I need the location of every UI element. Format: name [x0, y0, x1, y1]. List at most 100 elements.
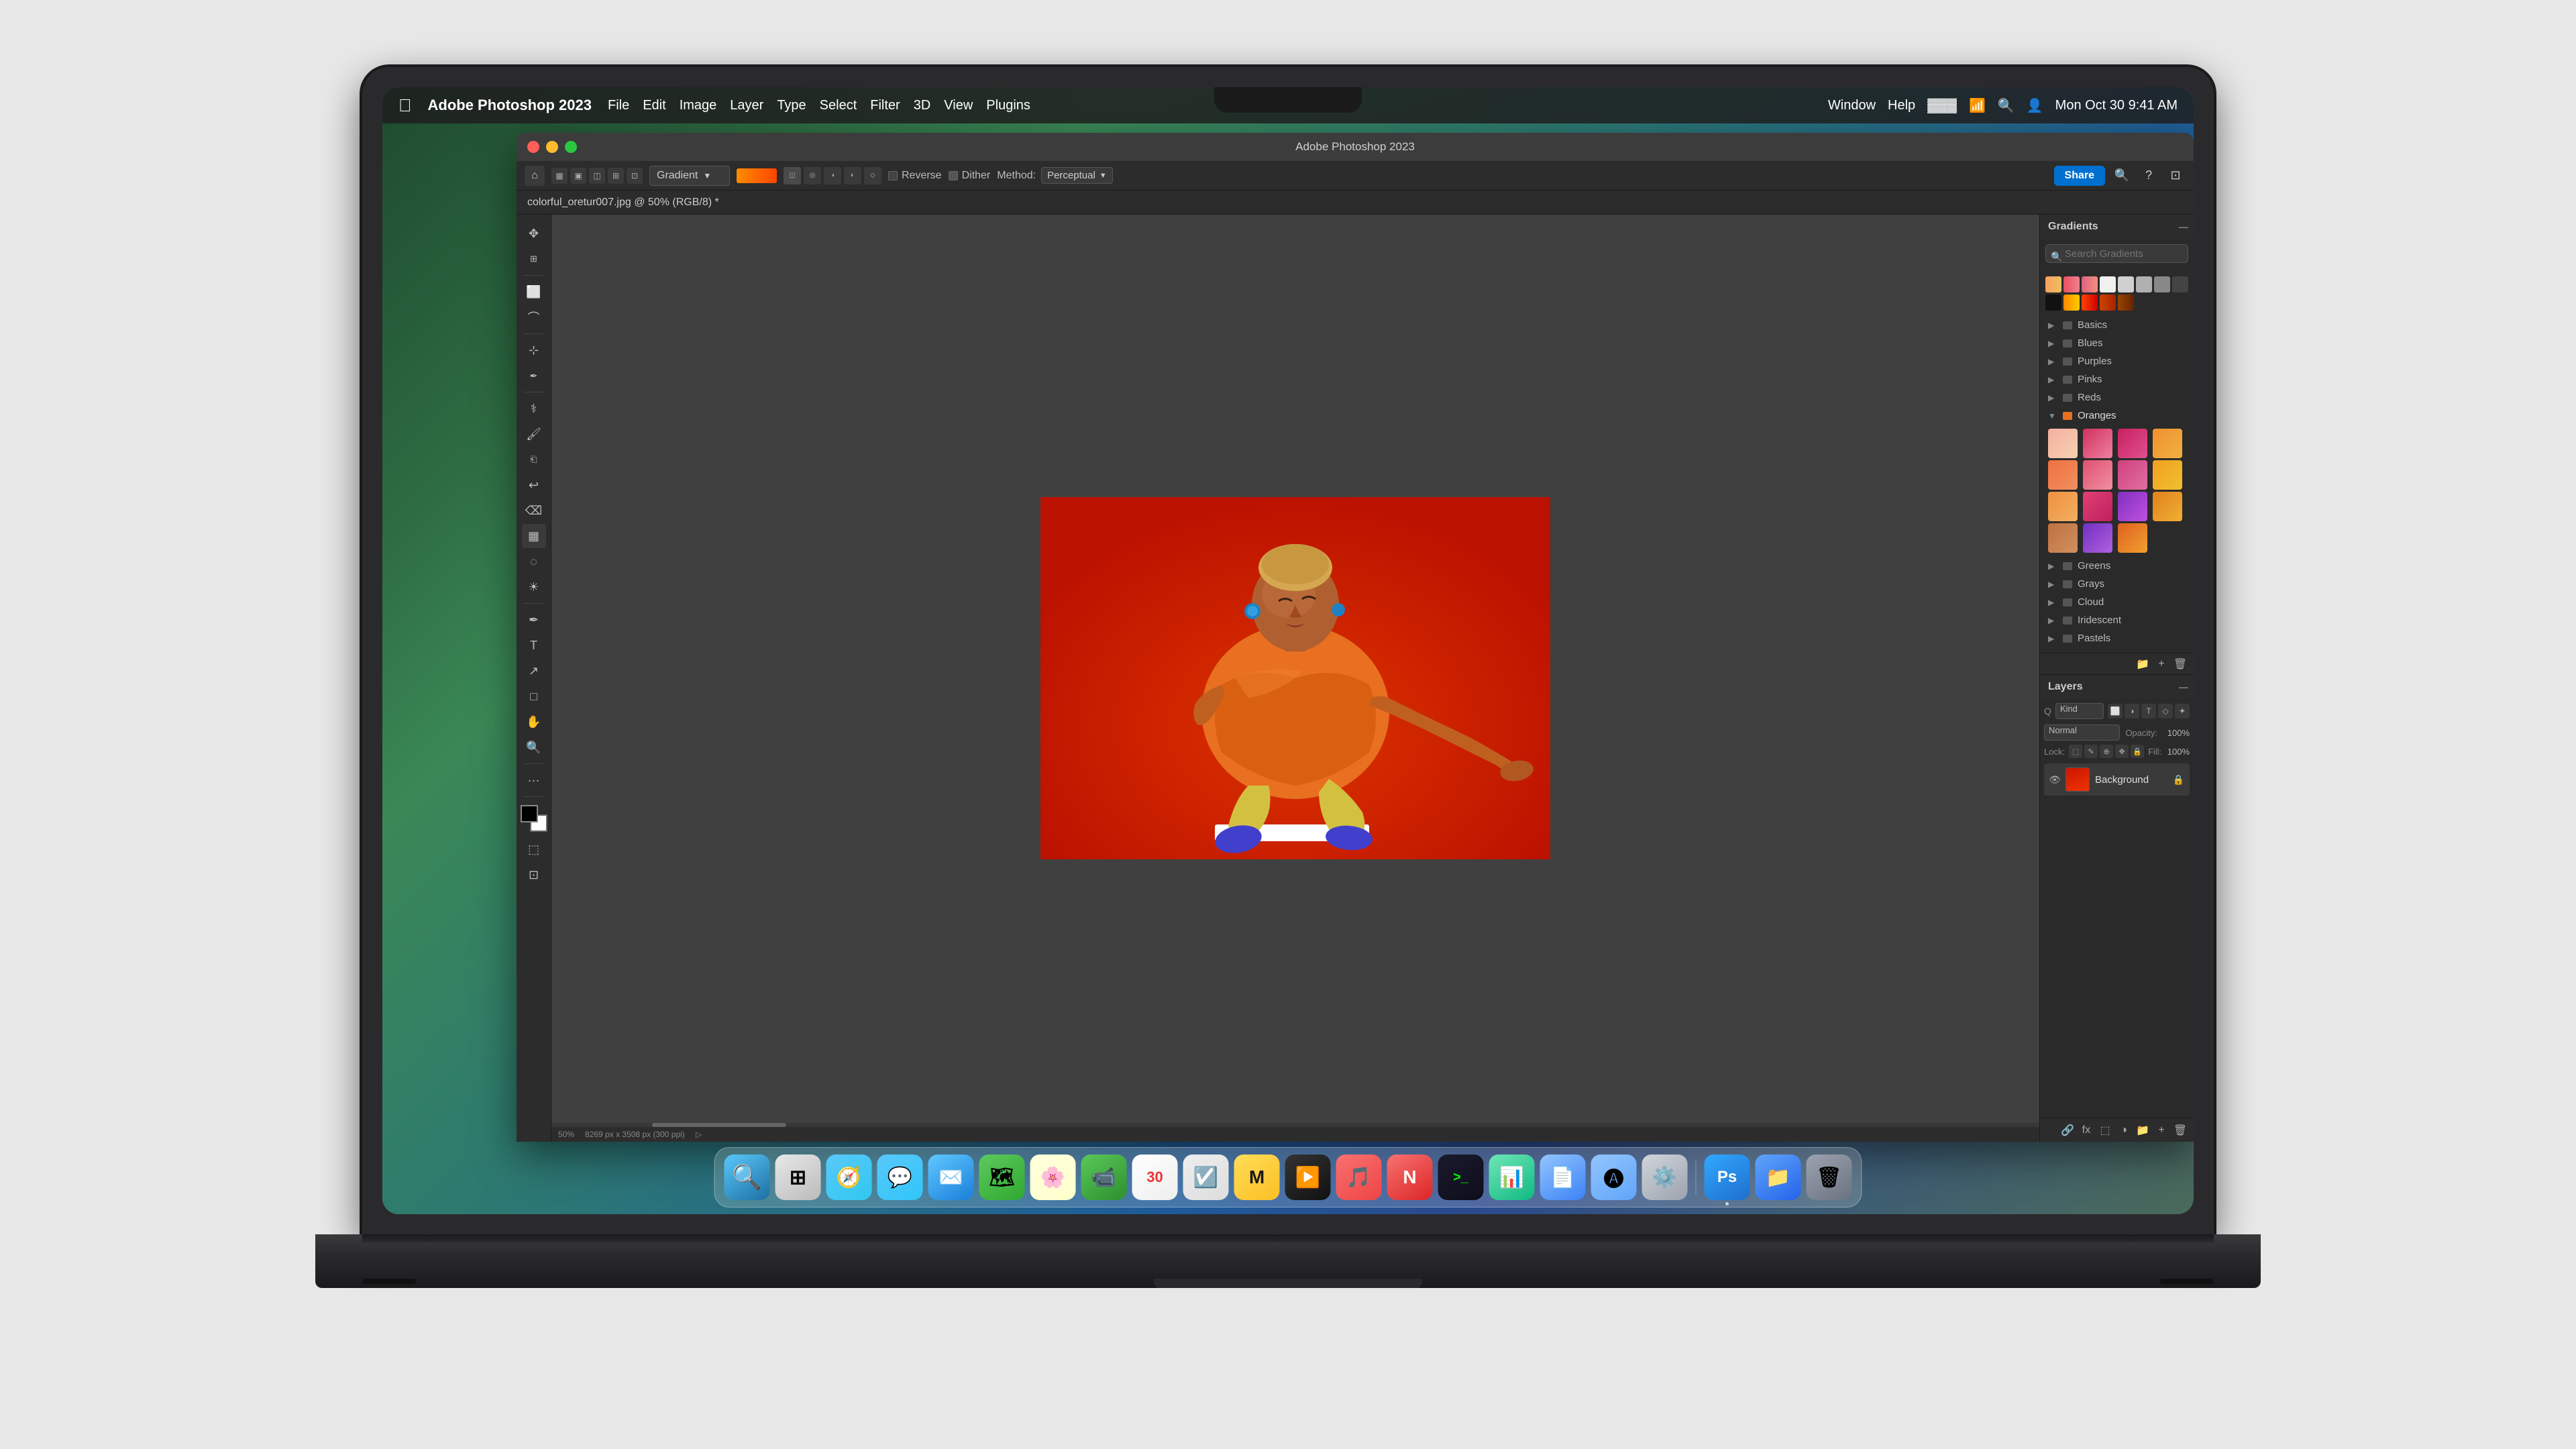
swatch-10[interactable]	[2063, 294, 2080, 311]
brush-tool[interactable]: 🖌	[522, 422, 546, 446]
orange-swatch-5[interactable]	[2048, 460, 2078, 490]
category-oranges[interactable]: ▼ Oranges	[2045, 407, 2188, 425]
gradient-reflected-btn[interactable]: ◐	[844, 167, 861, 184]
new-gradient-button[interactable]: +	[2153, 656, 2169, 672]
view-option-2[interactable]: ▣	[570, 168, 586, 184]
view-option-4[interactable]: ⊞	[608, 168, 624, 184]
screen-mode-button[interactable]: ⊡	[522, 863, 546, 887]
panel-collapse-icon[interactable]: —	[2179, 221, 2188, 232]
filter-adjust-icon[interactable]: ◑	[2125, 704, 2139, 718]
more-tools[interactable]: ···	[522, 768, 546, 792]
orange-swatch-4[interactable]	[2153, 429, 2182, 458]
layers-panel-collapse-icon[interactable]: —	[2179, 682, 2188, 692]
gradient-search-input[interactable]	[2045, 244, 2188, 263]
menu-filter[interactable]: Filter	[870, 98, 900, 113]
ps-home-button[interactable]: ⌂	[525, 166, 545, 186]
new-layer-button[interactable]: +	[2153, 1122, 2169, 1138]
layers-filter-kind[interactable]: Kind	[2055, 703, 2104, 719]
category-basics[interactable]: ▶ Basics	[2045, 316, 2188, 334]
category-purples[interactable]: ▶ Purples	[2045, 352, 2188, 370]
lock-image-icon[interactable]: ✎	[2084, 745, 2098, 758]
close-button[interactable]	[527, 141, 539, 153]
dock-app-folder[interactable]: 📁	[1756, 1155, 1801, 1200]
eraser-tool[interactable]: ⌫	[522, 498, 546, 523]
maximize-button[interactable]	[565, 141, 577, 153]
history-tool[interactable]: ↩	[522, 473, 546, 497]
dock-app-settings[interactable]: ⚙️	[1642, 1155, 1688, 1200]
dock-app-launchpad[interactable]: ⊞	[775, 1155, 821, 1200]
reverse-checkbox[interactable]	[888, 171, 898, 180]
dock-app-miro[interactable]: M	[1234, 1155, 1280, 1200]
swatch-6[interactable]	[2136, 276, 2152, 292]
swatch-3[interactable]	[2082, 276, 2098, 292]
dock-app-facetime[interactable]: 📹	[1081, 1155, 1127, 1200]
orange-swatch-3[interactable]	[2118, 429, 2147, 458]
apple-menu-icon[interactable]: 	[398, 95, 412, 116]
layer-visibility-toggle[interactable]: 👁	[2049, 774, 2060, 785]
orange-swatch-15[interactable]	[2118, 523, 2147, 553]
menu-file[interactable]: File	[608, 98, 629, 113]
dodge-tool[interactable]: ☀	[522, 575, 546, 599]
lock-transparent-icon[interactable]: ⬚	[2069, 745, 2082, 758]
menu-help[interactable]: Help	[1888, 98, 1915, 113]
quick-mask-button[interactable]: ⬚	[522, 837, 546, 861]
orange-swatch-7[interactable]	[2118, 460, 2147, 490]
gradient-radial-btn[interactable]: ◎	[804, 167, 821, 184]
orange-swatch-11[interactable]	[2118, 492, 2147, 521]
orange-swatch-9[interactable]	[2048, 492, 2078, 521]
lasso-tool[interactable]: ⌒	[522, 305, 546, 329]
lock-position-icon[interactable]: ✥	[2115, 745, 2129, 758]
dock-app-messages[interactable]: 💬	[877, 1155, 923, 1200]
lock-all-icon[interactable]: 🔒	[2131, 745, 2144, 758]
view-option-5[interactable]: ⊡	[627, 168, 643, 184]
swatch-4[interactable]	[2100, 276, 2116, 292]
dock-app-appstore[interactable]: 🅐	[1591, 1155, 1637, 1200]
gradient-angle-btn[interactable]: ◑	[824, 167, 841, 184]
dock-app-safari[interactable]: 🧭	[826, 1155, 872, 1200]
minimize-button[interactable]	[546, 141, 558, 153]
view-option-3[interactable]: ◫	[589, 168, 605, 184]
category-blues[interactable]: ▶ Blues	[2045, 334, 2188, 352]
clone-tool[interactable]: ⎗	[522, 447, 546, 472]
path-tool[interactable]: ↗	[522, 659, 546, 683]
blur-tool[interactable]: ◌	[522, 549, 546, 574]
orange-swatch-14[interactable]	[2083, 523, 2112, 553]
dock-app-calendar[interactable]: 30	[1132, 1155, 1178, 1200]
reverse-option[interactable]: Reverse	[888, 170, 942, 182]
dock-app-photoshop[interactable]: Ps	[1705, 1155, 1750, 1200]
orange-swatch-13[interactable]	[2048, 523, 2078, 553]
orange-swatch-12[interactable]	[2153, 492, 2182, 521]
opacity-value[interactable]: 100%	[2163, 728, 2190, 738]
dock-app-trash[interactable]: 🗑	[1807, 1155, 1852, 1200]
app-name-menu[interactable]: Adobe Photoshop 2023	[428, 97, 592, 114]
orange-swatch-2[interactable]	[2083, 429, 2112, 458]
hand-tool[interactable]: ✋	[522, 710, 546, 734]
gradient-type-selector[interactable]: Gradient ▼	[649, 166, 730, 186]
category-cloud[interactable]: ▶ Cloud	[2045, 593, 2188, 611]
fill-value[interactable]: 100%	[2165, 747, 2190, 757]
foreground-color-swatch[interactable]	[521, 805, 538, 822]
dock-app-reminders[interactable]: ☑️	[1183, 1155, 1229, 1200]
menu-plugins[interactable]: Plugins	[986, 98, 1030, 113]
gradient-color-preview[interactable]	[737, 168, 777, 183]
zoom-tool[interactable]: 🔍	[522, 735, 546, 759]
swatch-1[interactable]	[2045, 276, 2061, 292]
gradient-tool active[interactable]: ▦	[522, 524, 546, 548]
delete-layer-button[interactable]: 🗑	[2172, 1122, 2188, 1138]
search-ps-button[interactable]: 🔍	[2112, 166, 2132, 186]
category-greens[interactable]: ▶ Greens	[2045, 557, 2188, 575]
swatch-7[interactable]	[2154, 276, 2170, 292]
orange-swatch-10[interactable]	[2083, 492, 2112, 521]
menu-layer[interactable]: Layer	[730, 98, 763, 113]
dock-app-news[interactable]: N	[1387, 1155, 1433, 1200]
dock-app-appletv[interactable]: ▶️	[1285, 1155, 1331, 1200]
lock-artboard-icon[interactable]: ⊕	[2100, 745, 2113, 758]
dock-app-maps[interactable]: 🗺	[979, 1155, 1025, 1200]
share-button[interactable]: Share	[2054, 166, 2105, 186]
shape-tool[interactable]: □	[522, 684, 546, 708]
dither-checkbox[interactable]	[949, 171, 958, 180]
menu-image[interactable]: Image	[680, 98, 717, 113]
new-group-layers-button[interactable]: 📁	[2135, 1122, 2151, 1138]
dock-app-mail[interactable]: ✉️	[928, 1155, 974, 1200]
new-group-button[interactable]: 📁	[2135, 656, 2151, 672]
